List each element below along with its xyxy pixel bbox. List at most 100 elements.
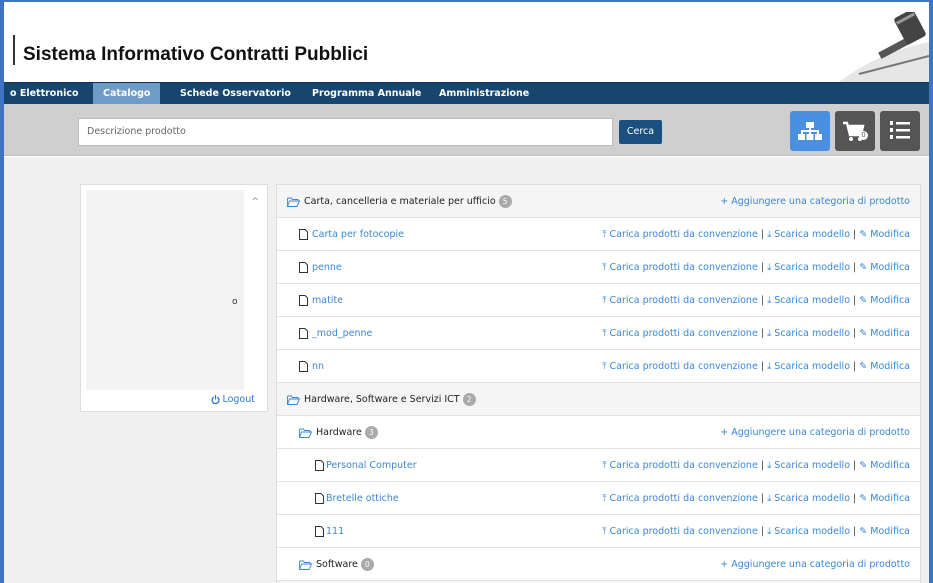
file-icon bbox=[315, 460, 324, 471]
upload-link[interactable]: Carica prodotti da convenzione bbox=[610, 229, 758, 240]
separator: | bbox=[760, 526, 765, 537]
download-icon: ⤓ bbox=[767, 328, 772, 339]
subcategory-row[interactable]: Hardware 3 + Aggiungere una categoria di … bbox=[277, 416, 920, 449]
pencil-icon: ✎ bbox=[859, 262, 868, 273]
upload-link[interactable]: Carica prodotti da convenzione bbox=[610, 460, 758, 471]
download-link[interactable]: Scarica modello bbox=[774, 229, 850, 240]
product-row: 111 ⤒ Carica prodotti da convenzione | ⤓… bbox=[277, 515, 920, 548]
edit-link[interactable]: Modifica bbox=[870, 493, 910, 504]
product-actions: ⤒ Carica prodotti da convenzione | ⤓ Sca… bbox=[602, 251, 910, 284]
upload-icon: ⤒ bbox=[602, 526, 607, 537]
add-category-link[interactable]: + Aggiungere una categoria di prodotto bbox=[720, 548, 910, 581]
file-icon bbox=[315, 526, 324, 537]
category-label: Carta, cancelleria e materiale per uffic… bbox=[287, 185, 512, 218]
upload-link[interactable]: Carica prodotti da convenzione bbox=[610, 526, 758, 537]
category-row[interactable]: Hardware, Software e Servizi ICT 2 bbox=[277, 383, 920, 416]
separator: | bbox=[760, 262, 765, 273]
separator: | bbox=[853, 493, 857, 504]
edit-link[interactable]: Modifica bbox=[870, 526, 910, 537]
product-link[interactable]: 111 bbox=[315, 515, 344, 548]
download-link[interactable]: Scarica modello bbox=[774, 493, 850, 504]
file-icon bbox=[299, 262, 308, 273]
file-icon bbox=[299, 328, 308, 339]
upload-link[interactable]: Carica prodotti da convenzione bbox=[610, 361, 758, 372]
upload-icon: ⤒ bbox=[602, 295, 607, 306]
add-category-link[interactable]: + Aggiungere una categoria di prodotto bbox=[720, 185, 910, 218]
cart-button[interactable]: 0 bbox=[835, 111, 875, 151]
upload-icon: ⤒ bbox=[602, 229, 607, 240]
nav-item-programma-annuale[interactable]: Programma Annuale bbox=[302, 83, 431, 105]
add-category-label: Aggiungere una categoria di prodotto bbox=[731, 196, 910, 207]
nav-item-catalogo[interactable]: Catalogo bbox=[93, 83, 161, 105]
separator: | bbox=[853, 328, 857, 339]
collapse-caret-icon[interactable]: ^ bbox=[251, 197, 259, 207]
separator: | bbox=[853, 262, 857, 273]
search-button[interactable]: Cerca bbox=[619, 120, 662, 144]
separator: | bbox=[760, 328, 765, 339]
separator: | bbox=[760, 229, 765, 240]
cart-count-badge: 0 bbox=[859, 131, 868, 140]
power-icon bbox=[211, 395, 221, 404]
ordered-list-button[interactable] bbox=[880, 111, 920, 151]
product-name: Bretelle ottiche bbox=[326, 493, 399, 504]
product-link[interactable]: Bretelle ottiche bbox=[315, 482, 399, 515]
edit-link[interactable]: Modifica bbox=[870, 229, 910, 240]
nav-item-amministrazione[interactable]: Amministrazione bbox=[429, 83, 539, 105]
download-link[interactable]: Scarica modello bbox=[774, 295, 850, 306]
upload-link[interactable]: Carica prodotti da convenzione bbox=[610, 493, 758, 504]
category-tree-button[interactable] bbox=[790, 111, 830, 151]
subcategory-row[interactable]: Software 0 + Aggiungere una categoria di … bbox=[277, 548, 920, 581]
separator: | bbox=[853, 361, 857, 372]
product-link[interactable]: nn bbox=[299, 350, 324, 383]
nav-item-elettronico[interactable]: o Elettronico bbox=[0, 83, 89, 105]
product-row: _mod_penne ⤒ Carica prodotti da convenzi… bbox=[277, 317, 920, 350]
product-link[interactable]: Carta per fotocopie bbox=[299, 218, 404, 251]
subcategory-name: Hardware bbox=[316, 427, 362, 438]
separator: | bbox=[760, 460, 765, 471]
add-category-label: Aggiungere una categoria di prodotto bbox=[731, 427, 910, 438]
pencil-icon: ✎ bbox=[859, 328, 868, 339]
product-link[interactable]: penne bbox=[299, 251, 342, 284]
logout-link[interactable]: Logout bbox=[211, 394, 255, 405]
upload-link[interactable]: Carica prodotti da convenzione bbox=[610, 295, 758, 306]
folder-open-icon bbox=[299, 428, 312, 438]
edit-link[interactable]: Modifica bbox=[870, 460, 910, 471]
product-actions: ⤒ Carica prodotti da convenzione | ⤓ Sca… bbox=[602, 449, 910, 482]
product-link[interactable]: matite bbox=[299, 284, 343, 317]
category-row[interactable]: Carta, cancelleria e materiale per uffic… bbox=[277, 185, 920, 218]
edit-link[interactable]: Modifica bbox=[870, 328, 910, 339]
separator: | bbox=[760, 295, 765, 306]
pencil-icon: ✎ bbox=[859, 229, 868, 240]
app-title: Sistema Informativo Contratti Pubblici bbox=[23, 44, 369, 65]
upload-icon: ⤒ bbox=[602, 493, 607, 504]
product-row: penne ⤒ Carica prodotti da convenzione |… bbox=[277, 251, 920, 284]
add-category-link[interactable]: + Aggiungere una categoria di prodotto bbox=[720, 416, 910, 449]
title-divider bbox=[13, 35, 15, 65]
download-link[interactable]: Scarica modello bbox=[774, 526, 850, 537]
edit-link[interactable]: Modifica bbox=[870, 295, 910, 306]
download-link[interactable]: Scarica modello bbox=[774, 328, 850, 339]
download-icon: ⤓ bbox=[767, 460, 772, 471]
pencil-icon: ✎ bbox=[859, 460, 868, 471]
pencil-icon: ✎ bbox=[859, 526, 868, 537]
search-input[interactable]: Descrizione prodotto bbox=[78, 118, 613, 146]
sitemap-icon bbox=[798, 122, 822, 140]
product-name: 111 bbox=[326, 526, 345, 537]
download-link[interactable]: Scarica modello bbox=[774, 460, 850, 471]
product-name: Carta per fotocopie bbox=[312, 229, 404, 240]
edit-link[interactable]: Modifica bbox=[870, 361, 910, 372]
upload-link[interactable]: Carica prodotti da convenzione bbox=[610, 262, 758, 273]
pencil-icon: ✎ bbox=[859, 361, 868, 372]
nav-item-schede-osservatorio[interactable]: Schede Osservatorio bbox=[170, 83, 301, 105]
product-actions: ⤒ Carica prodotti da convenzione | ⤓ Sca… bbox=[602, 515, 910, 548]
search-bar: Descrizione prodotto Cerca 0 bbox=[4, 104, 929, 156]
upload-icon: ⤒ bbox=[602, 361, 607, 372]
download-link[interactable]: Scarica modello bbox=[774, 262, 850, 273]
product-link[interactable]: _mod_penne bbox=[299, 317, 372, 350]
upload-link[interactable]: Carica prodotti da convenzione bbox=[610, 328, 758, 339]
product-link[interactable]: Personal Computer bbox=[315, 449, 417, 482]
edit-link[interactable]: Modifica bbox=[870, 262, 910, 273]
category-tree: Carta, cancelleria e materiale per uffic… bbox=[276, 184, 921, 583]
download-link[interactable]: Scarica modello bbox=[774, 361, 850, 372]
separator: | bbox=[853, 526, 857, 537]
